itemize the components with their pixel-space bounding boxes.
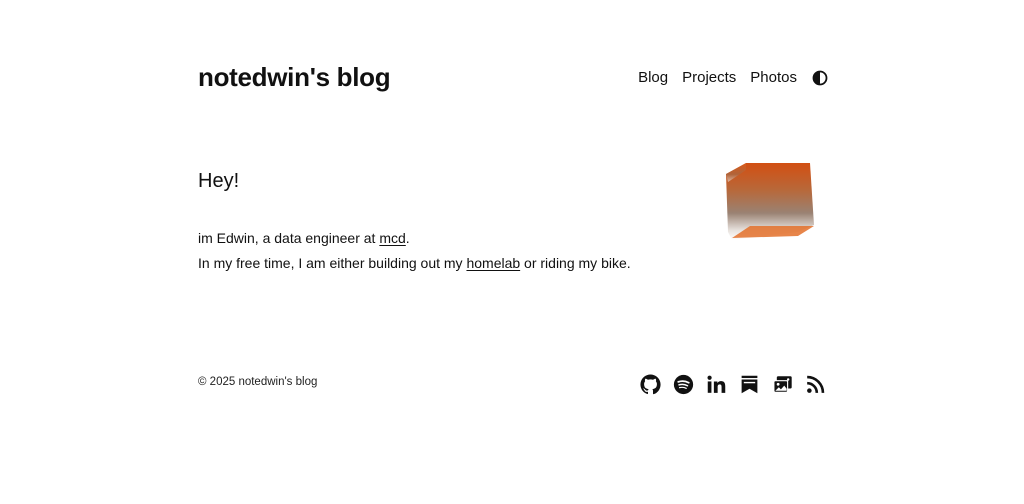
linkedin-icon[interactable]	[706, 374, 727, 395]
photos-icon[interactable]	[772, 374, 793, 395]
nav-link-projects[interactable]: Projects	[682, 69, 736, 86]
greeting-heading: Hey!	[198, 170, 240, 192]
homelab-link[interactable]: homelab	[466, 255, 520, 271]
social-links	[640, 374, 826, 395]
intro-line-1-prefix: im Edwin, a data engineer at	[198, 230, 380, 246]
main-nav: Blog Projects Photos	[638, 69, 828, 86]
intro-line-2-prefix: In my free time, I am either building ou…	[198, 255, 467, 271]
rss-icon[interactable]	[805, 374, 826, 395]
intro-text: im Edwin, a data engineer at mcd. In my …	[198, 226, 631, 276]
theme-toggle-icon[interactable]	[812, 70, 828, 86]
intro-line-1: im Edwin, a data engineer at mcd.	[198, 226, 631, 251]
spotify-icon[interactable]	[673, 374, 694, 395]
bookmarks-icon[interactable]	[739, 374, 760, 395]
intro-line-2-suffix: or riding my bike.	[520, 255, 631, 271]
nav-link-photos[interactable]: Photos	[750, 69, 797, 86]
intro-line-1-suffix: .	[405, 230, 410, 246]
github-icon[interactable]	[640, 374, 661, 395]
nav-link-blog[interactable]: Blog	[638, 69, 668, 86]
mcd-link[interactable]: mcd	[379, 230, 405, 246]
copyright-text: © 2025 notedwin's blog	[198, 376, 318, 388]
site-title[interactable]: notedwin's blog	[198, 62, 391, 93]
intro-line-2: In my free time, I am either building ou…	[198, 251, 631, 276]
gradient-cube-graphic	[724, 162, 816, 240]
